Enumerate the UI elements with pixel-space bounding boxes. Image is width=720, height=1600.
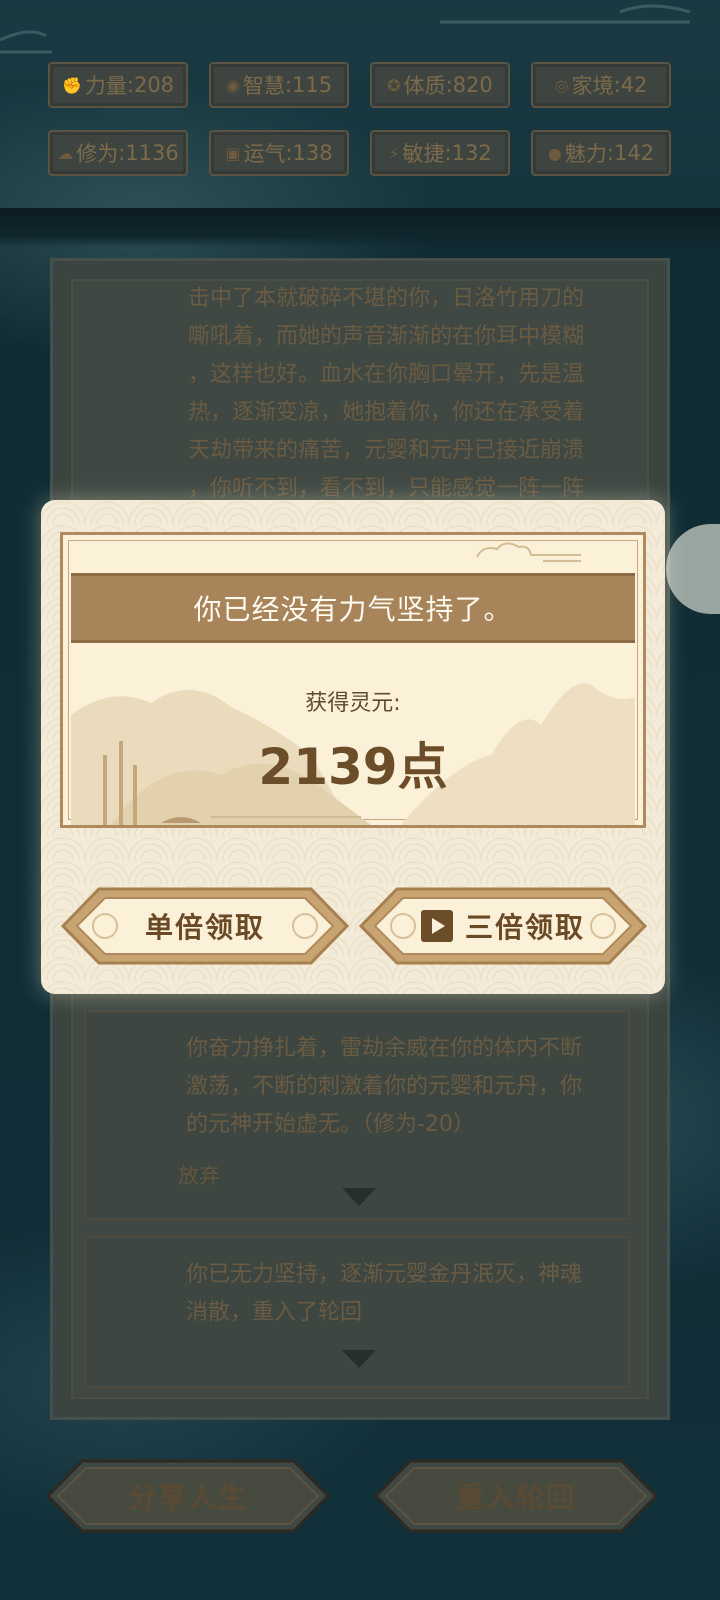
heart-icon: ✪ xyxy=(387,75,401,95)
stat-strength: ✊ 力量:208 xyxy=(48,62,188,108)
stat-value: 208 xyxy=(133,73,175,97)
reincarnate-label: 重入轮回 xyxy=(455,1481,576,1514)
card-text: 你奋力挣扎着，雷劫余威在你的体内不断 激荡，不断的刺激着你的元婴和元丹，你 的元… xyxy=(186,1030,608,1144)
ink-divider xyxy=(0,208,720,248)
stat-value: 1136 xyxy=(125,141,179,165)
story-line: 嘶吼着，而她的声音渐渐的在你耳中模糊 xyxy=(188,324,585,349)
expand-arrow-icon[interactable] xyxy=(342,1350,376,1368)
card-line: 的元神开始虚无。（修为-20） xyxy=(186,1112,475,1137)
charm-icon: ● xyxy=(547,143,562,163)
cloud-icon: ☁ xyxy=(57,143,74,163)
stat-value: 115 xyxy=(291,73,333,97)
stat-sep: : xyxy=(613,73,621,97)
stat-value: 142 xyxy=(613,141,655,165)
money-icon: ◎ xyxy=(554,75,569,95)
stat-charm: ● 魅力:142 xyxy=(531,130,671,176)
stat-wisdom: ◉ 智慧:115 xyxy=(209,62,349,108)
stat-sep: : xyxy=(126,73,134,97)
result-message: 你已经没有力气坚持了。 xyxy=(193,593,513,626)
lightning-icon: ⚡ xyxy=(388,143,400,163)
story-line: 击中了本就破碎不堪的你，日洛竹用刀的 xyxy=(188,286,585,311)
stat-sep: : xyxy=(118,141,126,165)
stat-label: 力量 xyxy=(84,74,127,98)
story-text: 击中了本就破碎不堪的你，日洛竹用刀的 嘶吼着，而她的声音渐渐的在你耳中模糊 ，这… xyxy=(188,280,618,508)
card-line: 消散，重入了轮回 xyxy=(186,1300,363,1325)
share-life-label: 分享人生 xyxy=(127,1481,248,1514)
stat-label: 运气 xyxy=(243,142,286,166)
stat-value: 820 xyxy=(452,73,493,97)
stat-label: 魅力 xyxy=(564,142,607,166)
stat-sep: : xyxy=(445,73,453,97)
story-line: 热，逐渐变凉，她抱着你，你还在承受着 xyxy=(188,400,585,425)
event-card: 你已无力坚持，逐渐元婴金丹泯灭，神魂 消散，重入了轮回 xyxy=(84,1236,630,1388)
cloud-decoration xyxy=(0,4,691,54)
choice-option-giveup[interactable]: 放弃 xyxy=(178,1160,220,1190)
event-card: 你奋力挣扎着，雷劫余威在你的体内不断 激荡，不断的刺激着你的元婴和元丹，你 的元… xyxy=(84,1010,630,1220)
luck-icon: ▣ xyxy=(225,143,241,163)
share-life-button[interactable]: 分享人生 xyxy=(48,1458,328,1534)
stat-family: ◎ 家境: 42 xyxy=(531,62,671,108)
reward-points: 2139点 xyxy=(258,738,448,796)
story-line: ，这样也好。血水在你胸口晕开，先是温 xyxy=(188,362,585,387)
reward-label: 获得灵元: xyxy=(305,691,401,716)
stat-agility: ⚡ 敏捷:132 xyxy=(370,130,510,176)
stat-label: 体质 xyxy=(403,74,446,98)
card-line: 你已无力坚持，逐渐元婴金丹泯灭，神魂 xyxy=(186,1262,583,1287)
play-video-icon xyxy=(420,910,453,942)
result-message-banner: 你已经没有力气坚持了。 xyxy=(71,573,635,643)
reward-dialog: 你已经没有力气坚持了。 获得灵元: 2139点 单倍领取 三倍领取 xyxy=(41,500,665,994)
stat-sep: : xyxy=(606,141,614,165)
stat-label: 敏捷 xyxy=(402,142,445,166)
fist-icon: ✊ xyxy=(61,75,82,95)
story-line: 天劫带来的痛苦，元婴和元丹已接近崩溃 xyxy=(188,438,585,463)
stat-label: 修为 xyxy=(76,142,119,166)
claim-single-button[interactable]: 单倍领取 xyxy=(61,886,349,966)
stat-sep: : xyxy=(285,141,293,165)
claim-triple-button[interactable]: 三倍领取 xyxy=(359,886,647,966)
stat-value: 132 xyxy=(451,141,492,165)
bulb-icon: ◉ xyxy=(225,75,240,95)
stat-luck: ▣ 运气:138 xyxy=(209,130,349,176)
stat-sep: : xyxy=(284,73,292,97)
stat-label: 智慧 xyxy=(242,74,285,98)
card-line: 激荡，不断的刺激着你的元婴和元丹，你 xyxy=(186,1074,583,1099)
stat-cultivation: ☁ 修为:1136 xyxy=(48,130,188,176)
stat-value: 138 xyxy=(292,141,333,165)
card-text: 你已无力坚持，逐渐元婴金丹泯灭，神魂 消散，重入了轮回 xyxy=(186,1256,608,1332)
card-line: 你奋力挣扎着，雷劫余威在你的体内不断 xyxy=(186,1036,583,1061)
reincarnate-button[interactable]: 重入轮回 xyxy=(376,1458,656,1534)
stat-sep: : xyxy=(444,141,452,165)
claim-single-label: 单倍领取 xyxy=(144,911,265,944)
expand-arrow-icon[interactable] xyxy=(342,1188,376,1206)
stat-value: 42 xyxy=(620,73,648,97)
cloud-ornament xyxy=(476,542,581,562)
stat-constitution: ✪ 体质:820 xyxy=(370,62,510,108)
stats-panel: ✊ 力量:208 ◉ 智慧:115 ✪ 体质:820 ◎ 家境: 42 ☁ 修为:1136… xyxy=(48,62,672,176)
reward-frame: 你已经没有力气坚持了。 获得灵元: 2139点 xyxy=(60,532,646,828)
claim-triple-label: 三倍领取 xyxy=(464,911,585,944)
stat-label: 家境 xyxy=(571,74,614,98)
